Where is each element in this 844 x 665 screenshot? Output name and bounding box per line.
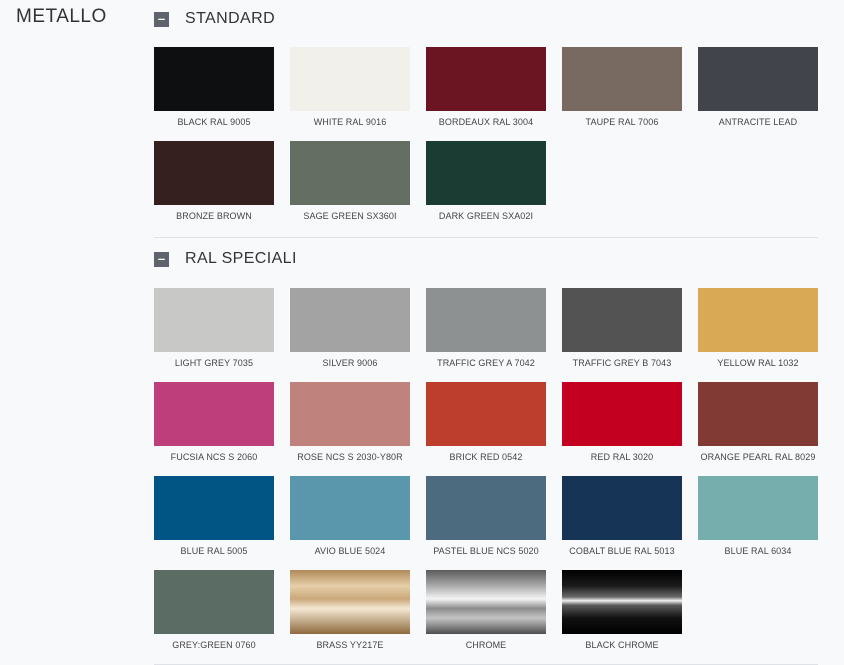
swatch-card[interactable]: TRAFFIC GREY B 7043 [562, 288, 682, 382]
swatch-card[interactable]: DARK GREEN SXA02I [426, 141, 546, 235]
swatch-label: LIGHT GREY 7035 [174, 358, 254, 368]
swatch-label: FUCSIA NCS S 2060 [170, 452, 258, 462]
swatch-card[interactable]: BLACK CHROME [562, 570, 682, 664]
swatch-color[interactable] [154, 141, 274, 205]
swatch-card[interactable]: ROSE NCS S 2030-Y80R [290, 382, 410, 476]
swatch-card[interactable]: BLUE RAL 6034 [698, 476, 818, 570]
swatch-color[interactable] [562, 476, 682, 540]
swatch-card[interactable]: TAUPE RAL 7006 [562, 47, 682, 141]
swatch-grid-standard: BLACK RAL 9005 WHITE RAL 9016 BORDEAUX RAL… [154, 47, 818, 235]
swatch-label: DARK GREEN SXA02I [438, 211, 534, 221]
swatch-color[interactable] [426, 570, 546, 634]
swatch-catalog: – STANDARD BLACK RAL 9005 WHITE RAL 9016 B… [154, 0, 818, 665]
swatch-label: ROSE NCS S 2030-Y80R [297, 452, 403, 462]
swatch-card[interactable]: BLUE RAL 5005 [154, 476, 274, 570]
swatch-card[interactable]: BRONZE BROWN [154, 141, 274, 235]
section-ral-speciali: – RAL SPECIALI LIGHT GREY 7035 SILVER 900… [154, 240, 818, 665]
swatch-label: ORANGE PEARL RAL 8029 [700, 452, 816, 462]
collapse-icon[interactable]: – [154, 251, 169, 267]
swatch-card[interactable]: BRASS YY217E [290, 570, 410, 664]
swatch-label: BORDEAUX RAL 3004 [438, 117, 534, 127]
swatch-card[interactable]: YELLOW RAL 1032 [698, 288, 818, 382]
swatch-card[interactable]: LIGHT GREY 7035 [154, 288, 274, 382]
swatch-card[interactable]: AVIO BLUE 5024 [290, 476, 410, 570]
swatch-label: BLACK CHROME [585, 640, 659, 650]
swatch-color[interactable] [290, 476, 410, 540]
swatch-label: SAGE GREEN SX360I [303, 211, 397, 221]
swatch-color[interactable] [426, 47, 546, 111]
swatch-grid-ral-speciali: LIGHT GREY 7035 SILVER 9006 TRAFFIC GREY A… [154, 288, 818, 664]
section-header-standard[interactable]: – STANDARD [154, 0, 818, 38]
swatch-card[interactable]: BLACK RAL 9005 [154, 47, 274, 141]
swatch-color[interactable] [154, 382, 274, 446]
swatch-color[interactable] [290, 141, 410, 205]
section-title: STANDARD [185, 10, 276, 27]
swatch-label: PASTEL BLUE NCS 5020 [433, 546, 539, 556]
swatch-label: BRICK RED 0542 [449, 452, 523, 462]
swatch-label: SILVER 9006 [322, 358, 378, 368]
swatch-card[interactable]: WHITE RAL 9016 [290, 47, 410, 141]
section-title: RAL SPECIALI [185, 250, 297, 267]
swatch-color[interactable] [290, 570, 410, 634]
swatch-color[interactable] [154, 288, 274, 352]
swatch-color[interactable] [154, 570, 274, 634]
swatch-label: ANTRACITE LEAD [718, 117, 798, 127]
swatch-card[interactable]: ANTRACITE LEAD [698, 47, 818, 141]
swatch-card[interactable]: SAGE GREEN SX360I [290, 141, 410, 235]
swatch-color[interactable] [698, 47, 818, 111]
swatch-label: BRONZE BROWN [176, 211, 252, 221]
swatch-label: BRASS YY217E [316, 640, 384, 650]
page-title: METALLO [16, 6, 107, 27]
swatch-card[interactable]: FUCSIA NCS S 2060 [154, 382, 274, 476]
swatch-color[interactable] [154, 476, 274, 540]
section-standard: – STANDARD BLACK RAL 9005 WHITE RAL 9016 B… [154, 0, 818, 238]
collapse-icon[interactable]: – [154, 11, 169, 27]
swatch-color[interactable] [426, 141, 546, 205]
swatch-color[interactable] [698, 288, 818, 352]
swatch-label: WHITE RAL 9016 [313, 117, 387, 127]
swatch-label: TAUPE RAL 7006 [585, 117, 659, 127]
swatch-label: BLUE RAL 6034 [724, 546, 792, 556]
swatch-color[interactable] [562, 288, 682, 352]
swatch-color[interactable] [426, 476, 546, 540]
swatch-color[interactable] [562, 47, 682, 111]
swatch-card[interactable]: PASTEL BLUE NCS 5020 [426, 476, 546, 570]
swatch-label: COBALT BLUE RAL 5013 [569, 546, 675, 556]
swatch-card[interactable]: BRICK RED 0542 [426, 382, 546, 476]
swatch-color[interactable] [562, 570, 682, 634]
swatch-label: AVIO BLUE 5024 [314, 546, 386, 556]
swatch-color[interactable] [154, 47, 274, 111]
swatch-card[interactable]: CHROME [426, 570, 546, 664]
swatch-label: YELLOW RAL 1032 [717, 358, 799, 368]
swatch-color[interactable] [290, 288, 410, 352]
swatch-color[interactable] [562, 382, 682, 446]
swatch-color[interactable] [698, 382, 818, 446]
swatch-card[interactable]: BORDEAUX RAL 3004 [426, 47, 546, 141]
swatch-label: TRAFFIC GREY B 7043 [572, 358, 672, 368]
swatch-label: BLUE RAL 5005 [180, 546, 248, 556]
swatch-label: CHROME [465, 640, 507, 650]
swatch-label: TRAFFIC GREY A 7042 [437, 358, 535, 368]
swatch-color[interactable] [290, 382, 410, 446]
swatch-card[interactable]: TRAFFIC GREY A 7042 [426, 288, 546, 382]
section-divider [154, 237, 818, 238]
swatch-label: BLACK RAL 9005 [177, 117, 251, 127]
swatch-card[interactable]: RED RAL 3020 [562, 382, 682, 476]
swatch-color[interactable] [698, 476, 818, 540]
swatch-label: GREY:GREEN 0760 [172, 640, 256, 650]
swatch-color[interactable] [426, 288, 546, 352]
swatch-card[interactable]: ORANGE PEARL RAL 8029 [698, 382, 818, 476]
swatch-card[interactable]: SILVER 9006 [290, 288, 410, 382]
swatch-color[interactable] [426, 382, 546, 446]
swatch-color[interactable] [290, 47, 410, 111]
swatch-card[interactable]: GREY:GREEN 0760 [154, 570, 274, 664]
swatch-card[interactable]: COBALT BLUE RAL 5013 [562, 476, 682, 570]
section-header-ral-speciali[interactable]: – RAL SPECIALI [154, 240, 818, 278]
swatch-label: RED RAL 3020 [590, 452, 654, 462]
